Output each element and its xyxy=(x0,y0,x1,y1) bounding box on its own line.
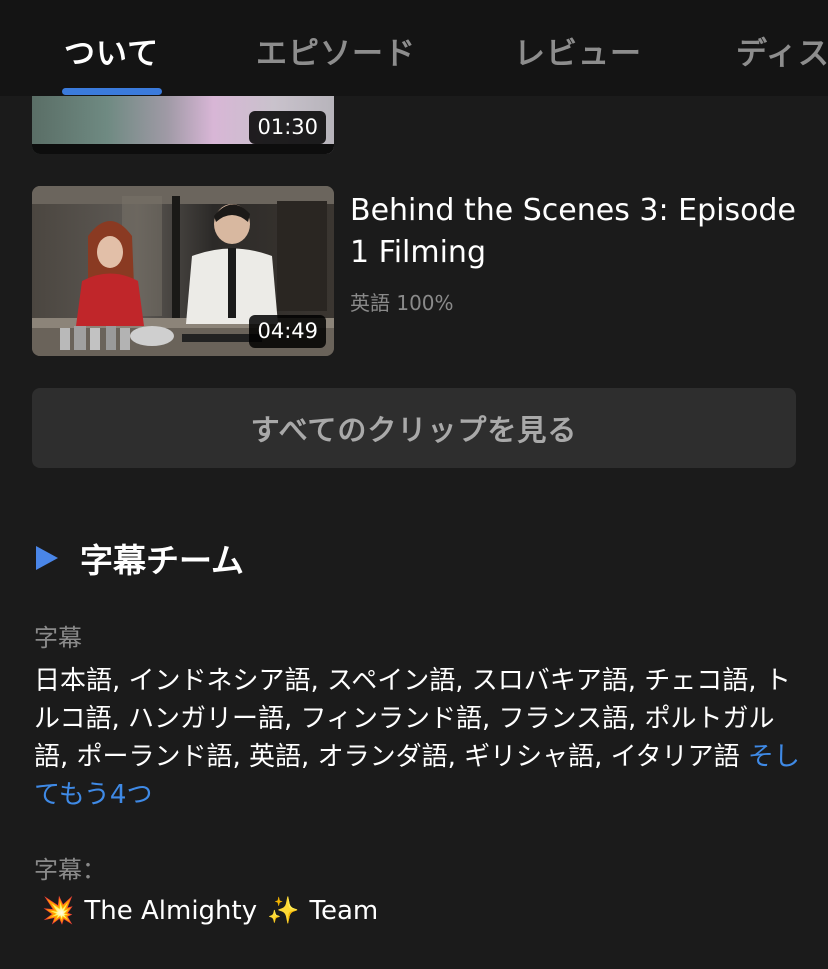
play-triangle-icon xyxy=(36,546,58,570)
clip-thumbnail-1[interactable]: 01:30 xyxy=(32,96,334,154)
section-title: 字幕チーム xyxy=(80,541,245,580)
collision-emoji-icon: 💥 xyxy=(42,896,75,926)
active-tab-indicator xyxy=(62,88,162,95)
clip-thumbnail-2[interactable]: 04:49 xyxy=(32,186,334,356)
sparkles-emoji-icon: ✨ xyxy=(267,896,300,926)
subtitle-team-heading: 字幕チーム xyxy=(36,536,244,580)
subtitles-label: 字幕 xyxy=(34,624,82,652)
subtitle-credit-label: 字幕： xyxy=(34,856,106,884)
see-all-clips-button[interactable]: すべてのクリップを見る xyxy=(32,388,796,468)
clip-subtitle-progress: 英語 100% xyxy=(350,291,454,315)
subtitle-team-credit[interactable]: 💥 The Almighty ✨ Team xyxy=(42,896,378,926)
show-detail-page: ついて エピソード レビュー ディス 01:30 04:49 Behind th… xyxy=(0,0,828,969)
tab-episodes[interactable]: エピソード xyxy=(256,28,416,73)
team-name-part-2: Team xyxy=(309,896,379,926)
languages-text: 日本語, インドネシア語, スペイン語, スロバキア語, チェコ語, トルコ語,… xyxy=(34,666,791,772)
tab-bar: ついて エピソード レビュー ディス xyxy=(0,0,828,96)
tab-about[interactable]: ついて xyxy=(64,28,159,73)
clip-title[interactable]: Behind the Scenes 3: Episode 1 Filming xyxy=(350,190,810,274)
subtitle-languages: 日本語, インドネシア語, スペイン語, スロバキア語, チェコ語, トルコ語,… xyxy=(34,662,804,814)
clip-duration: 01:30 xyxy=(249,111,326,144)
team-name-part-1: The Almighty xyxy=(84,896,258,926)
clip-duration: 04:49 xyxy=(249,315,326,348)
tab-reviews[interactable]: レビュー xyxy=(514,28,642,73)
thumbnail-bottom-bar xyxy=(32,144,334,154)
tab-discussion[interactable]: ディス xyxy=(736,28,828,73)
